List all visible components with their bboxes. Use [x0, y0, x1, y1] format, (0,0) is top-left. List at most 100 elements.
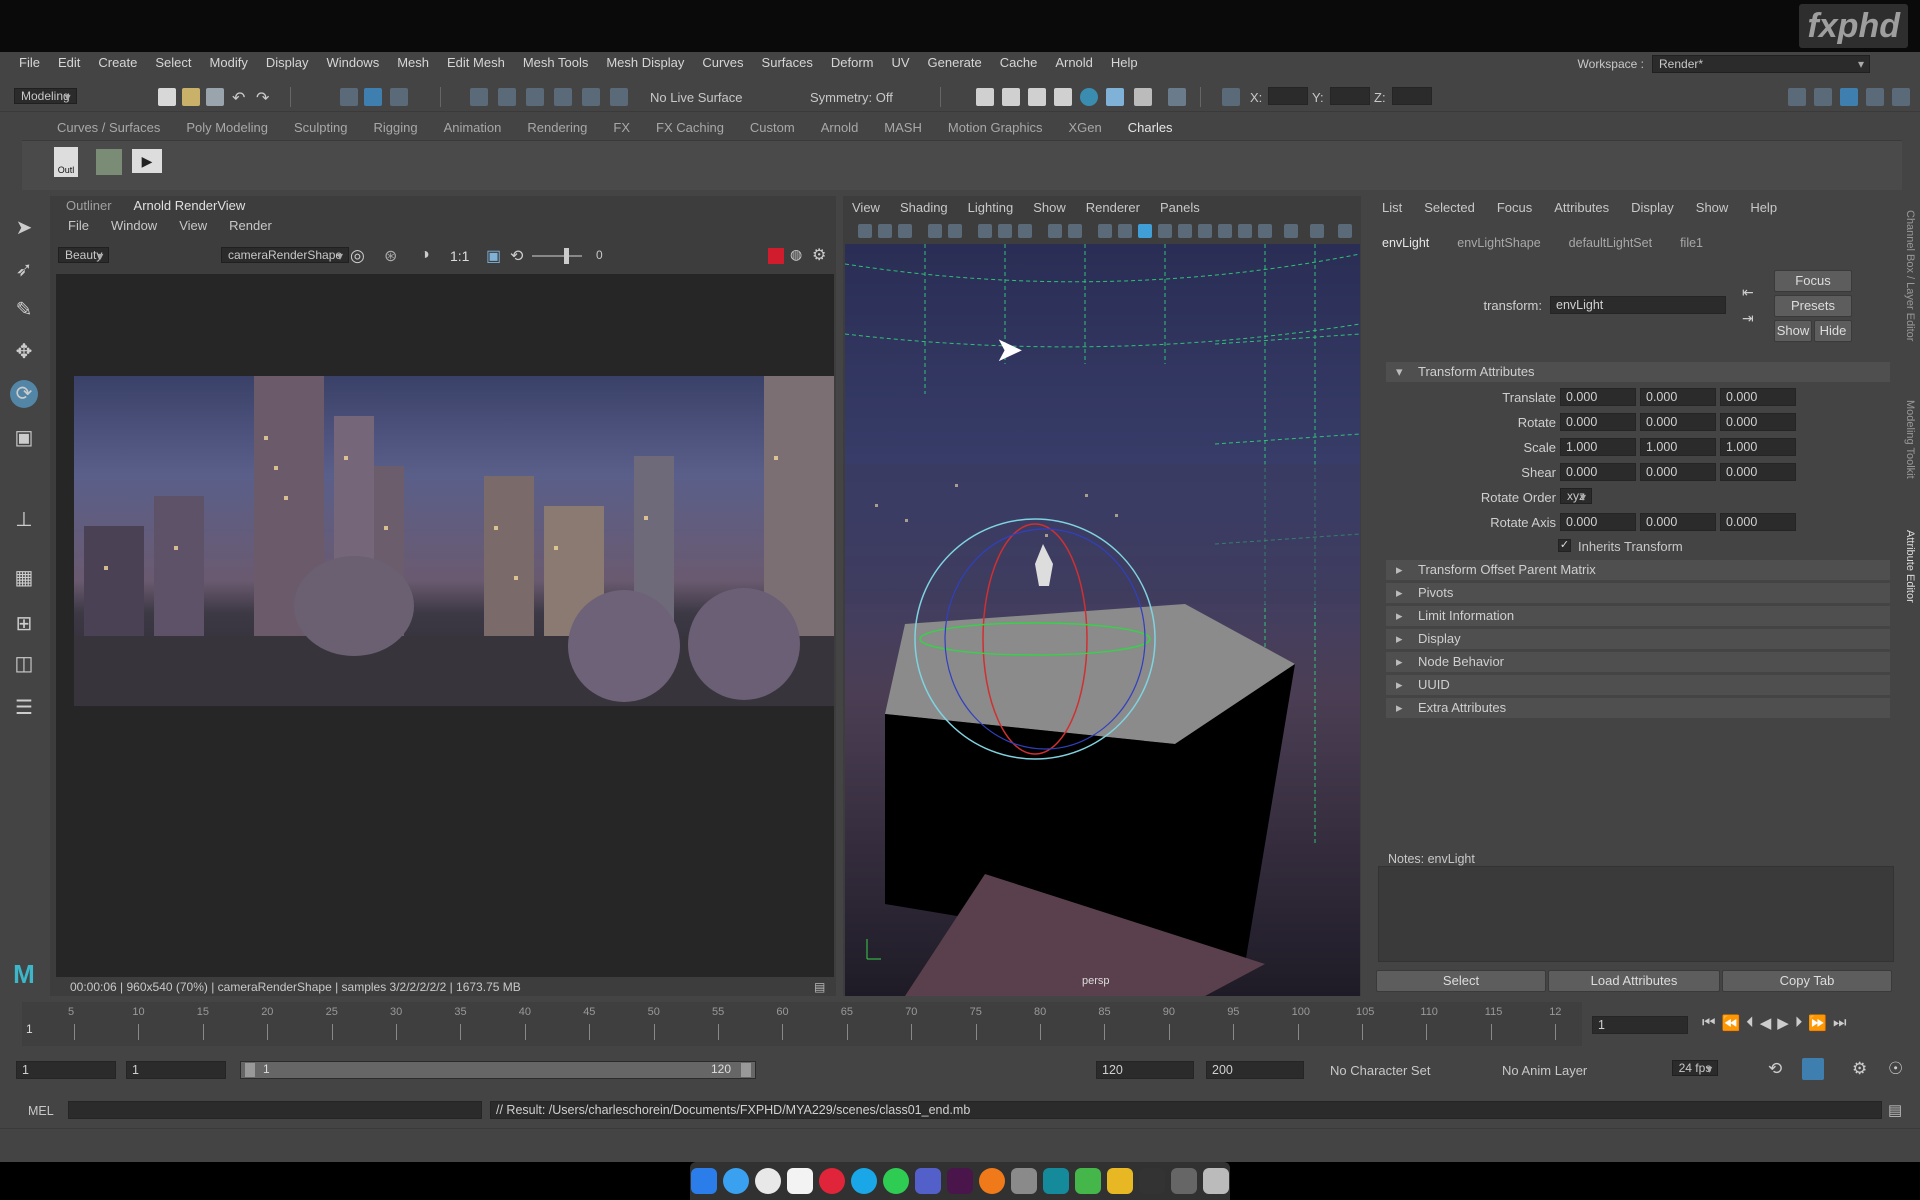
- inherits-transform-checkbox[interactable]: ✓: [1558, 539, 1571, 552]
- rotate-y-field[interactable]: 0.000: [1640, 413, 1716, 431]
- playback-end-field[interactable]: 120: [1096, 1061, 1194, 1079]
- focus-button[interactable]: Focus: [1774, 270, 1852, 292]
- snap-curve-icon[interactable]: [498, 88, 516, 106]
- side-tab-channel-box[interactable]: Channel Box / Layer Editor: [1898, 210, 1916, 370]
- shelf-tab-mash[interactable]: MASH: [871, 120, 935, 140]
- ae-menu-selected[interactable]: Selected: [1424, 200, 1475, 215]
- camera-dropdown[interactable]: cameraRenderShape: [220, 247, 350, 263]
- shelf-tab-poly-modeling[interactable]: Poly Modeling: [173, 120, 281, 140]
- translate-z-field[interactable]: 0.000: [1720, 388, 1796, 406]
- shelf-tab-fx[interactable]: FX: [600, 120, 643, 140]
- menu-deform[interactable]: Deform: [822, 55, 883, 70]
- playback-start-field[interactable]: 1: [126, 1061, 226, 1079]
- section-node-behavior[interactable]: Node Behavior: [1386, 652, 1890, 672]
- shelf-grid-button[interactable]: [96, 149, 122, 175]
- anim-layer-dropdown[interactable]: No Anim Layer: [1502, 1063, 1587, 1078]
- cinema-icon[interactable]: [1075, 1168, 1101, 1194]
- shelf-tab-animation[interactable]: Animation: [431, 120, 515, 140]
- four-pane-layout-icon[interactable]: ⊞: [10, 610, 38, 638]
- motion-blur-icon[interactable]: [1284, 224, 1298, 238]
- shear-x-field[interactable]: 0.000: [1560, 463, 1636, 481]
- shelf-tab-arnold[interactable]: Arnold: [808, 120, 872, 140]
- move-tool-icon[interactable]: ✥: [10, 338, 38, 366]
- modeling-toolkit-icon[interactable]: [1814, 88, 1832, 106]
- shelf-tab-xgen[interactable]: XGen: [1056, 120, 1115, 140]
- crop-icon[interactable]: ◑: [420, 246, 430, 264]
- system-preferences-icon[interactable]: [1011, 1168, 1037, 1194]
- menu-cache[interactable]: Cache: [991, 55, 1047, 70]
- side-tab-modeling-toolkit[interactable]: Modeling Toolkit: [1898, 400, 1916, 510]
- scale-y-field[interactable]: 1.000: [1640, 438, 1716, 456]
- undo-icon[interactable]: ↶: [232, 88, 250, 107]
- pause-icon[interactable]: [1168, 88, 1186, 106]
- viewport-scene[interactable]: [845, 244, 1360, 996]
- fps-dropdown[interactable]: 24 fps: [1671, 1060, 1719, 1076]
- menu-arnold[interactable]: Arnold: [1046, 55, 1102, 70]
- single-pane-layout-icon[interactable]: ▦: [10, 564, 38, 592]
- load-attributes-button[interactable]: Load Attributes: [1548, 970, 1720, 992]
- section-limit-information[interactable]: Limit Information: [1386, 606, 1890, 626]
- x-field[interactable]: [1268, 87, 1308, 105]
- menu-select[interactable]: Select: [146, 55, 200, 70]
- sidebar-toggle-icon[interactable]: [1788, 88, 1806, 106]
- section-pivots[interactable]: Pivots: [1386, 583, 1890, 603]
- shelf-playblast-button[interactable]: ▶: [132, 149, 162, 173]
- rotate-z-field[interactable]: 0.000: [1720, 413, 1796, 431]
- step-back-frame-icon[interactable]: ⏴: [1746, 1014, 1754, 1032]
- section-extra-attributes[interactable]: Extra Attributes: [1386, 698, 1890, 718]
- ae-tab-file1[interactable]: file1: [1680, 236, 1703, 250]
- ae-copy-node-icon[interactable]: ⇥: [1742, 310, 1754, 327]
- vp-menu-renderer[interactable]: Renderer: [1086, 200, 1140, 215]
- workspace-dropdown[interactable]: Render*: [1652, 55, 1870, 73]
- shelf-tab-curves-surfaces[interactable]: Curves / Surfaces: [44, 120, 173, 140]
- side-tab-attribute-editor[interactable]: Attribute Editor: [1898, 530, 1916, 630]
- show-manipulator-icon[interactable]: ⊥: [10, 506, 38, 534]
- range-start-handle[interactable]: [245, 1063, 255, 1077]
- tab-outliner[interactable]: Outliner: [66, 198, 112, 213]
- section-uuid[interactable]: UUID: [1386, 675, 1890, 695]
- wireframe-icon[interactable]: [1098, 224, 1112, 238]
- ae-menu-help[interactable]: Help: [1750, 200, 1777, 215]
- script-editor-icon[interactable]: ▤: [1888, 1101, 1902, 1119]
- scale-z-field[interactable]: 1.000: [1720, 438, 1796, 456]
- attribute-editor-toggle-icon[interactable]: [1840, 88, 1858, 106]
- documents-stack-icon[interactable]: [1171, 1168, 1197, 1194]
- firefox-icon[interactable]: [979, 1168, 1005, 1194]
- settings-gear-icon[interactable]: ⚙: [812, 245, 826, 265]
- safe-action-icon[interactable]: [1068, 224, 1082, 238]
- menu-mesh-tools[interactable]: Mesh Tools: [514, 55, 598, 70]
- auto-key-icon[interactable]: [1802, 1058, 1824, 1080]
- section-transform-attributes[interactable]: Transform Attributes: [1386, 362, 1890, 382]
- slack-icon[interactable]: [947, 1168, 973, 1194]
- grid-icon[interactable]: [978, 224, 992, 238]
- symmetry-dropdown[interactable]: Symmetry: Off: [810, 90, 893, 105]
- vp-menu-shading[interactable]: Shading: [900, 200, 948, 215]
- arnold-render-icon[interactable]: [1080, 88, 1098, 106]
- outliner-layout-icon[interactable]: ☰: [10, 694, 38, 722]
- lasso-tool-icon[interactable]: ➶: [10, 256, 38, 284]
- command-input[interactable]: [68, 1101, 482, 1119]
- ipr-render-icon[interactable]: [1002, 88, 1020, 106]
- snap-view-plane-icon[interactable]: [554, 88, 572, 106]
- exposure-slider[interactable]: [532, 255, 582, 257]
- rotate-axis-y-field[interactable]: 0.000: [1640, 513, 1716, 531]
- step-forward-key-icon[interactable]: ⏩: [1808, 1014, 1827, 1032]
- translate-x-field[interactable]: 0.000: [1560, 388, 1636, 406]
- hypershade-icon[interactable]: [1054, 88, 1072, 106]
- notes-textarea[interactable]: [1378, 866, 1894, 962]
- ae-focus-node-icon[interactable]: ⇤: [1742, 284, 1754, 301]
- textured-icon[interactable]: [1158, 224, 1172, 238]
- current-frame-field[interactable]: 1: [1592, 1016, 1688, 1034]
- bookmark-icon[interactable]: [898, 224, 912, 238]
- menu-curves[interactable]: Curves: [693, 55, 752, 70]
- shelf-tab-fx-caching[interactable]: FX Caching: [643, 120, 737, 140]
- menu-display[interactable]: Display: [257, 55, 318, 70]
- go-to-start-icon[interactable]: ⏮: [1702, 1014, 1716, 1032]
- select-component-icon[interactable]: [390, 88, 408, 106]
- shear-z-field[interactable]: 0.000: [1720, 463, 1796, 481]
- two-pane-layout-icon[interactable]: ◫: [10, 650, 38, 678]
- whatsapp-icon[interactable]: [883, 1168, 909, 1194]
- ipr-stop-icon[interactable]: [1134, 88, 1152, 106]
- rv-menu-render[interactable]: Render: [229, 218, 272, 233]
- translate-y-field[interactable]: 0.000: [1640, 388, 1716, 406]
